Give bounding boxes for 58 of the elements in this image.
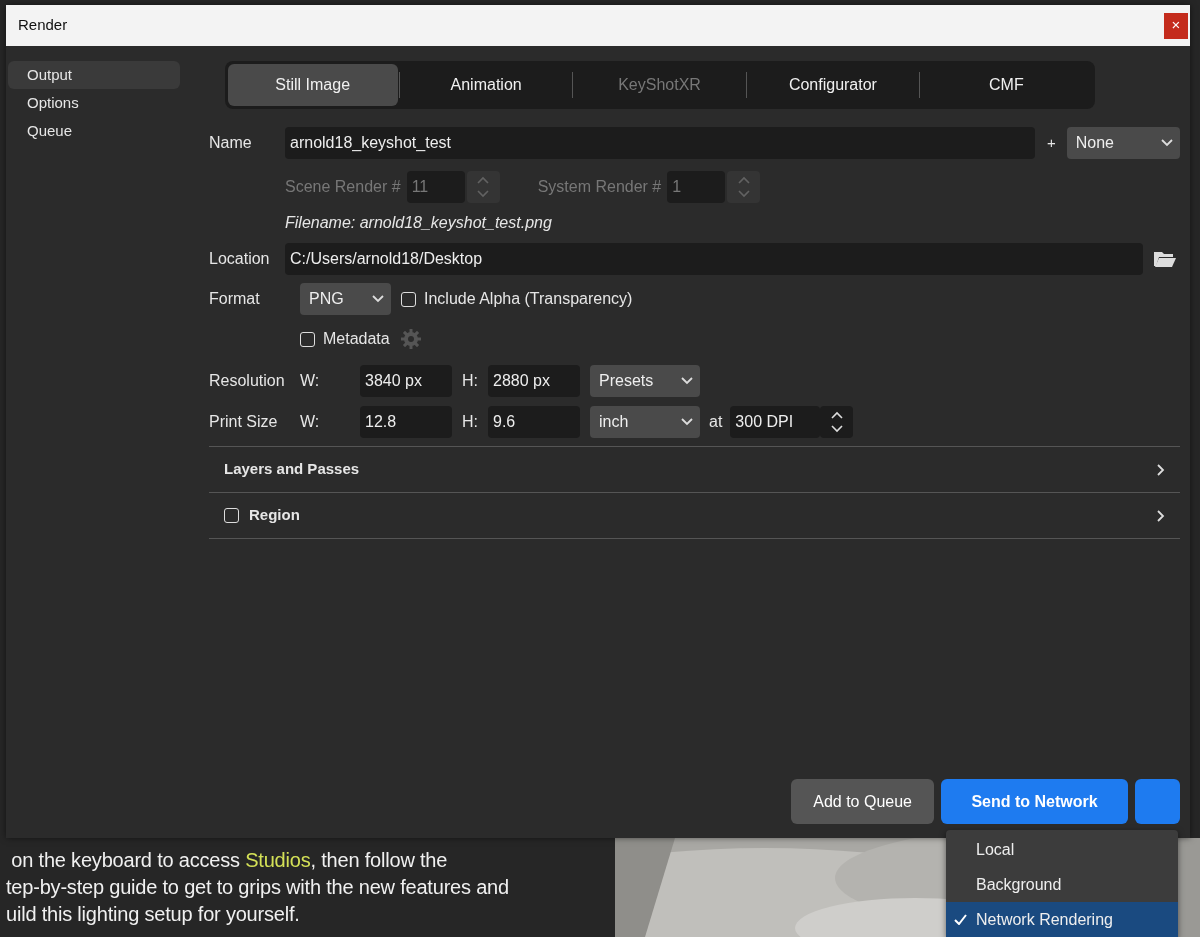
- field-label: W:: [300, 412, 321, 432]
- send-button[interactable]: Send to Network: [941, 779, 1128, 824]
- checkbox[interactable]: [300, 331, 315, 347]
- menu-toggle-button[interactable]: [1135, 779, 1180, 824]
- menu-item[interactable]: Network Rendering: [946, 902, 1178, 937]
- check-icon: [954, 913, 967, 925]
- field-label: H:: [461, 412, 479, 432]
- input-field[interactable]: 3840 px: [360, 365, 452, 397]
- window-title: Render: [18, 15, 68, 36]
- field-label: System Render #: [537, 177, 662, 197]
- queue-button[interactable]: Add to Queue: [791, 779, 934, 824]
- chevron-down-icon: [680, 376, 694, 386]
- input-field[interactable]: 9.6: [488, 406, 580, 438]
- filename-text: Filename: arnold18_keyshot_test.png: [285, 213, 553, 233]
- tab[interactable]: Animation: [400, 64, 572, 106]
- field-label: H:: [461, 371, 479, 391]
- input-field[interactable]: C:/Users/arnold18/Desktop: [285, 243, 1143, 275]
- chevron-right-icon: [1156, 508, 1166, 523]
- sidebar-item[interactable]: Output: [8, 61, 180, 89]
- tab[interactable]: Configurator: [747, 64, 919, 106]
- folder-icon[interactable]: [1153, 249, 1177, 269]
- chevron-down-icon: [371, 294, 385, 304]
- tab[interactable]: Still Image: [227, 64, 398, 106]
- sidebar-item[interactable]: Options: [8, 89, 180, 117]
- field-label: Print Size: [209, 412, 279, 432]
- section-header[interactable]: Region: [209, 493, 1180, 539]
- section-header[interactable]: Layers and Passes: [209, 447, 1180, 493]
- chevron-down-icon: [1159, 138, 1174, 148]
- input-field[interactable]: 12.8: [360, 406, 452, 438]
- field-label: W:: [300, 371, 321, 391]
- link[interactable]: Studios: [245, 849, 311, 871]
- spin-buttons[interactable]: [820, 406, 854, 438]
- dropdown[interactable]: None: [1066, 127, 1180, 159]
- field-label: Name: [209, 133, 253, 153]
- sidebar-item[interactable]: Queue: [8, 117, 180, 145]
- close-button[interactable]: ×: [1164, 12, 1188, 39]
- menu-item[interactable]: Local: [946, 832, 1178, 867]
- plus-label: +: [1047, 132, 1056, 153]
- chevron-right-icon: [1156, 462, 1166, 477]
- menu-item[interactable]: Background: [946, 867, 1178, 902]
- field-label: Resolution: [209, 371, 285, 391]
- tab[interactable]: CMF: [921, 64, 1092, 106]
- field-label: Location: [209, 249, 271, 269]
- input-field[interactable]: 300 DPI: [730, 406, 821, 438]
- dropdown[interactable]: inch: [590, 406, 700, 438]
- field-label: Scene Render #: [285, 177, 401, 197]
- checkbox[interactable]: [224, 508, 239, 523]
- checkbox-label: Include Alpha (Transparency): [424, 289, 633, 309]
- field-label: Format: [209, 289, 261, 309]
- article-paragraph: on the keyboard to access Studios, then follow the tep-by-step guide to get to grips with the new features and uild this lighting setup for yourself.: [6, 848, 509, 927]
- dropdown[interactable]: PNG: [300, 283, 391, 315]
- input-field[interactable]: arnold18_keyshot_test: [285, 127, 1035, 159]
- dropdown[interactable]: Presets: [590, 365, 700, 397]
- chevron-down-icon: [680, 417, 694, 427]
- input-field[interactable]: 2880 px: [488, 365, 580, 397]
- checkbox[interactable]: [401, 291, 416, 307]
- field-label: at: [709, 412, 723, 432]
- checkbox-label: Metadata: [323, 329, 390, 349]
